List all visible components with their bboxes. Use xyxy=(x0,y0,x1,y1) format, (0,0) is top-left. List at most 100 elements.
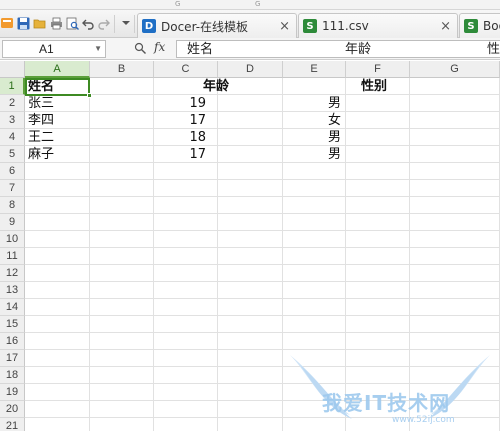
gridline xyxy=(25,349,500,350)
row-header-20[interactable]: 20 xyxy=(0,401,25,418)
tab-label: Docer-在线模板 xyxy=(161,19,249,34)
gridline xyxy=(153,78,154,431)
gridline xyxy=(282,78,283,431)
gridline xyxy=(25,145,500,146)
column-header-f[interactable]: F xyxy=(346,61,410,78)
row-header-19[interactable]: 19 xyxy=(0,384,25,401)
active-cell-cursor xyxy=(25,78,92,98)
gridline xyxy=(25,94,500,95)
gridline xyxy=(25,111,500,112)
tab-label: 111.csv xyxy=(322,19,369,33)
gridline xyxy=(25,213,500,214)
fill-handle[interactable] xyxy=(87,93,92,98)
row-header-9[interactable]: 9 xyxy=(0,214,25,231)
row-header-21[interactable]: 21 xyxy=(0,418,25,431)
app-menu-icon[interactable] xyxy=(0,16,14,30)
tab-book[interactable]: S Boo xyxy=(459,13,500,38)
row-header-7[interactable]: 7 xyxy=(0,180,25,197)
column-header-e[interactable]: E xyxy=(283,61,346,78)
row-header-1[interactable]: 1 xyxy=(0,78,25,95)
gridline xyxy=(25,417,500,418)
gridline xyxy=(25,196,500,197)
cell[interactable]: 18 xyxy=(176,129,206,146)
cell[interactable]: 女 xyxy=(321,112,341,129)
name-box[interactable]: A1 ▼ xyxy=(2,40,106,58)
top-strip-mark: G xyxy=(255,0,261,8)
gridline xyxy=(25,400,500,401)
row-header-6[interactable]: 6 xyxy=(0,163,25,180)
row-header-11[interactable]: 11 xyxy=(0,248,25,265)
top-strip-mark: G xyxy=(175,0,181,8)
row-header-15[interactable]: 15 xyxy=(0,316,25,333)
cell[interactable]: 男 xyxy=(321,129,341,146)
redo-icon[interactable] xyxy=(96,16,110,30)
gridline xyxy=(25,298,500,299)
cell[interactable]: 麻子 xyxy=(28,146,54,163)
spreadsheet-icon: S xyxy=(303,19,317,33)
close-icon[interactable]: × xyxy=(279,19,290,34)
cell[interactable]: 男 xyxy=(321,146,341,163)
gridline xyxy=(25,383,500,384)
cell[interactable]: 张三 xyxy=(28,95,54,112)
tab-label: Boo xyxy=(483,19,500,33)
customize-dropdown-icon[interactable] xyxy=(119,16,133,30)
print-preview-icon[interactable] xyxy=(65,16,79,30)
gridline xyxy=(25,315,500,316)
gridline xyxy=(25,366,500,367)
open-icon[interactable] xyxy=(32,16,46,30)
row-header-13[interactable]: 13 xyxy=(0,282,25,299)
column-header-g[interactable]: G xyxy=(410,61,500,78)
chevron-down-icon[interactable]: ▼ xyxy=(94,41,102,57)
gridline xyxy=(25,281,500,282)
row-header-16[interactable]: 16 xyxy=(0,333,25,350)
toolbar-separator xyxy=(134,15,135,33)
formula-segment: 性 xyxy=(487,42,500,57)
row-header-2[interactable]: 2 xyxy=(0,95,25,112)
row-header-5[interactable]: 5 xyxy=(0,146,25,163)
gridline xyxy=(89,78,90,431)
column-header-d[interactable]: D xyxy=(218,61,283,78)
print-icon[interactable] xyxy=(49,16,63,30)
column-header-c[interactable]: C xyxy=(154,61,218,78)
gridline xyxy=(25,162,500,163)
row-header-17[interactable]: 17 xyxy=(0,350,25,367)
row-header-3[interactable]: 3 xyxy=(0,112,25,129)
row-header-12[interactable]: 12 xyxy=(0,265,25,282)
cell[interactable]: 王二 xyxy=(28,129,54,146)
cell[interactable]: 男 xyxy=(321,95,341,112)
row-header-18[interactable]: 18 xyxy=(0,367,25,384)
tab-bar: D Docer-在线模板 × S 111.csv × S Boo xyxy=(0,10,500,38)
select-all-corner[interactable] xyxy=(0,61,25,78)
row-header-10[interactable]: 10 xyxy=(0,231,25,248)
spreadsheet-grid[interactable]: A B C D E F G 1 2 3 4 5 6 7 8 9 10 11 12 13 14 15 16 17 18 19 20 21… xyxy=(0,61,500,431)
formula-input[interactable]: 姓名 年龄 性 xyxy=(176,40,500,58)
row-header-4[interactable]: 4 xyxy=(0,129,25,146)
gridline xyxy=(345,78,346,431)
cell[interactable]: 19 xyxy=(176,95,206,112)
column-header-b[interactable]: B xyxy=(90,61,154,78)
gridline xyxy=(25,128,500,129)
tab-111-csv[interactable]: S 111.csv × xyxy=(298,13,458,38)
tab-docer[interactable]: D Docer-在线模板 × xyxy=(137,13,297,38)
column-header-a[interactable]: A xyxy=(25,61,90,78)
name-box-value: A1 xyxy=(39,42,54,56)
undo-icon[interactable] xyxy=(81,16,95,30)
function-icon[interactable]: fx xyxy=(154,40,165,54)
formula-segment: 姓名 xyxy=(187,42,214,57)
gridline xyxy=(25,332,500,333)
gridline xyxy=(25,230,500,231)
row-header-8[interactable]: 8 xyxy=(0,197,25,214)
zoom-icon[interactable] xyxy=(134,42,147,58)
close-icon[interactable]: × xyxy=(440,19,451,34)
cell[interactable]: 李四 xyxy=(28,112,54,129)
cell[interactable]: 17 xyxy=(176,146,206,163)
cell[interactable]: 17 xyxy=(176,112,206,129)
cell[interactable]: 性别 xyxy=(361,78,387,95)
formula-bar: A1 ▼ fx 姓名 年龄 性 xyxy=(0,38,500,60)
gridline xyxy=(25,264,500,265)
cell[interactable]: 年龄 xyxy=(203,78,229,95)
spreadsheet-icon: S xyxy=(464,19,478,33)
row-header-14[interactable]: 14 xyxy=(0,299,25,316)
window-top-strip: G G xyxy=(0,0,500,10)
save-icon[interactable] xyxy=(16,16,30,30)
